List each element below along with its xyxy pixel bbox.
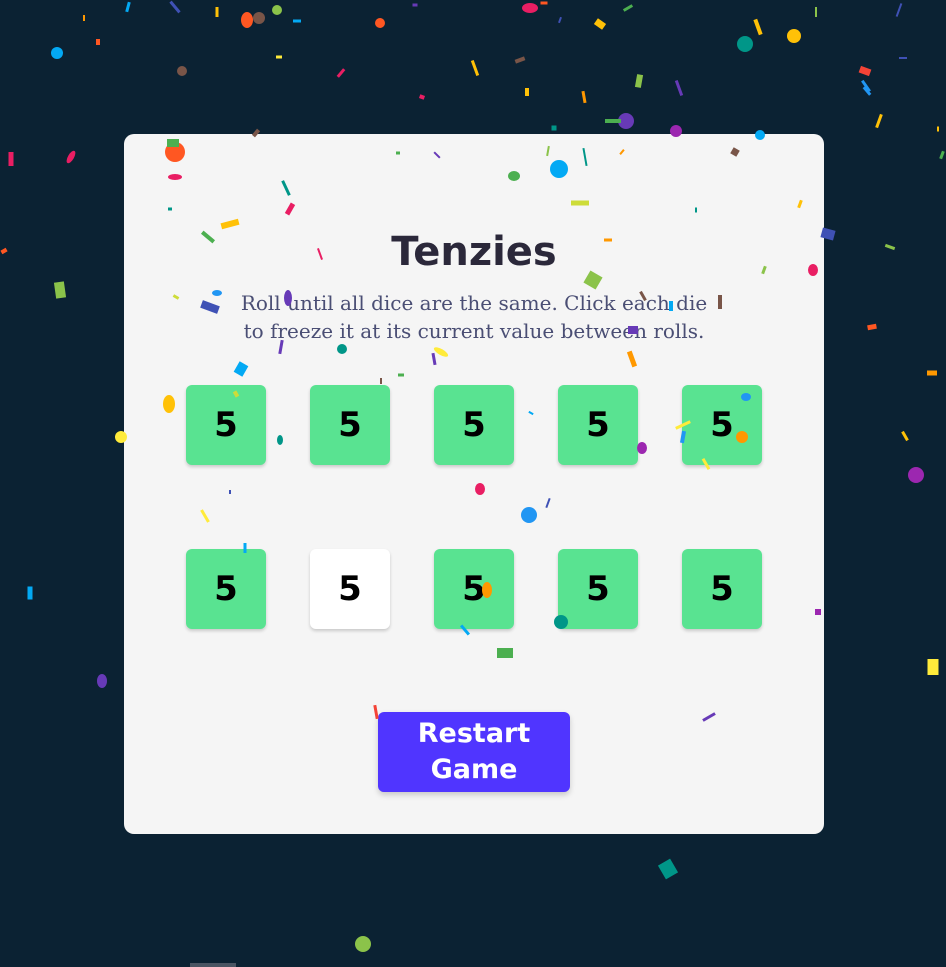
confetti-piece (634, 74, 644, 88)
die-2[interactable]: 5 (310, 385, 390, 465)
die-value: 5 (586, 405, 610, 445)
die-1[interactable]: 5 (186, 385, 266, 465)
confetti-piece (27, 586, 33, 600)
die-value: 5 (338, 405, 362, 445)
confetti-piece (241, 12, 253, 28)
confetti-piece (375, 18, 385, 28)
confetti-piece (558, 16, 562, 24)
confetti-piece (815, 7, 817, 17)
confetti-piece (96, 39, 100, 45)
confetti-piece (737, 36, 753, 52)
die-10[interactable]: 5 (682, 549, 762, 629)
confetti-piece (858, 65, 872, 77)
die-8[interactable]: 5 (434, 549, 514, 629)
confetti-piece (875, 113, 883, 129)
confetti-piece (215, 7, 219, 17)
die-value: 5 (338, 569, 362, 609)
die-4[interactable]: 5 (558, 385, 638, 465)
confetti-piece (939, 150, 945, 160)
restart-game-button[interactable]: Restart Game (378, 712, 570, 792)
game-title: Tenzies (391, 229, 557, 275)
confetti-piece (551, 125, 557, 131)
die-value: 5 (214, 405, 238, 445)
confetti-piece (867, 323, 877, 331)
die-value: 5 (462, 569, 486, 609)
confetti-piece (657, 858, 679, 880)
confetti-piece (336, 68, 346, 78)
confetti-piece (927, 370, 937, 376)
confetti-piece (581, 90, 587, 104)
confetti-piece (8, 152, 14, 166)
confetti-piece (540, 1, 548, 5)
confetti-piece (937, 126, 939, 132)
confetti-piece (418, 94, 426, 100)
confetti-piece (884, 243, 896, 251)
scrollbar-handle[interactable] (190, 963, 236, 967)
die-7[interactable]: 5 (310, 549, 390, 629)
confetti-piece (895, 3, 903, 17)
confetti-piece (605, 119, 621, 123)
confetti-piece (593, 18, 607, 30)
confetti-piece (276, 55, 282, 59)
dice-grid: 5 5 5 5 5 5 5 5 5 5 (186, 385, 762, 629)
confetti-piece (97, 674, 107, 688)
die-5[interactable]: 5 (682, 385, 762, 465)
confetti-piece (899, 57, 907, 59)
confetti-piece (83, 15, 85, 21)
confetti-piece (618, 113, 634, 129)
confetti-piece (51, 47, 63, 59)
confetti-piece (355, 936, 371, 952)
confetti-piece (901, 430, 909, 442)
confetti-piece (514, 56, 526, 64)
confetti-piece (0, 247, 8, 255)
confetti-piece (753, 18, 763, 36)
confetti-piece (622, 4, 634, 12)
die-3[interactable]: 5 (434, 385, 514, 465)
die-9[interactable]: 5 (558, 549, 638, 629)
confetti-piece (169, 0, 181, 14)
confetti-piece (253, 12, 265, 24)
confetti-piece (293, 19, 301, 23)
game-card: Tenzies Roll until all dice are the same… (124, 134, 824, 834)
confetti-piece (177, 66, 187, 76)
die-value: 5 (710, 405, 734, 445)
confetti-piece (522, 3, 538, 13)
confetti-piece (674, 79, 684, 97)
confetti-piece (470, 59, 480, 77)
confetti-piece (927, 659, 939, 675)
confetti-piece (861, 79, 871, 93)
confetti-piece (272, 5, 282, 15)
confetti-piece (862, 86, 872, 96)
die-6[interactable]: 5 (186, 549, 266, 629)
confetti-piece (53, 281, 67, 299)
confetti-piece (908, 467, 924, 483)
confetti-piece (412, 3, 418, 7)
confetti-piece (125, 1, 131, 13)
game-instructions: Roll until all dice are the same. Click … (240, 291, 708, 343)
die-value: 5 (710, 569, 734, 609)
confetti-piece (525, 88, 529, 96)
confetti-piece (66, 150, 76, 164)
confetti-piece (787, 29, 801, 43)
die-value: 5 (462, 405, 486, 445)
die-value: 5 (586, 569, 610, 609)
die-value: 5 (214, 569, 238, 609)
